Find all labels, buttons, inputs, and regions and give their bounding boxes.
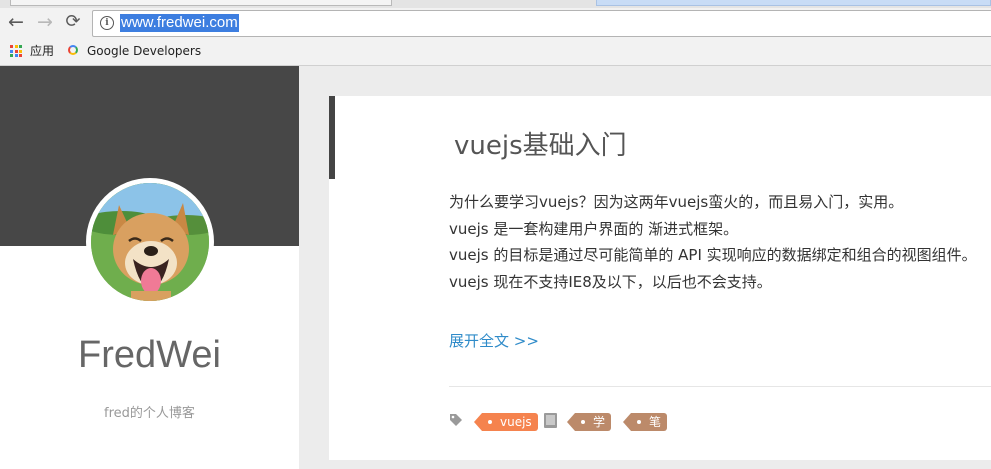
browser-toolbar: ← → ⟳ i www.fredwei.com [0,8,991,38]
category-biji[interactable]: 笔记 [622,413,668,447]
browser-tab-active[interactable] [596,0,991,6]
excerpt-line: 为什么要学习vuejs？因为这两年vuejs蛮火的，而且易入门，实用。 [449,193,904,211]
browser-tab[interactable] [10,0,392,6]
category-xuexi[interactable]: 学习 [566,413,612,447]
bookmarks-bar: 应用 Google Developers [0,38,991,66]
post-accent-bar [329,96,335,179]
address-bar[interactable]: i www.fredwei.com [92,10,991,37]
avatar[interactable] [86,178,214,306]
back-icon[interactable]: ← [5,11,27,33]
post-excerpt: 为什么要学习vuejs？因为这两年vuejs蛮火的，而且易入门，实用。 vuej… [449,189,991,295]
post-title[interactable]: vuejs基础入门 [454,129,627,163]
google-developers-icon [68,45,78,55]
forward-icon[interactable]: → [34,11,56,33]
tag-vuejs[interactable]: vuejs [474,413,538,431]
blog-name[interactable]: FredWei [0,332,299,378]
blog-sidebar: FredWei fred的个人博客 [0,66,299,469]
divider [449,386,991,387]
post-card: vuejs基础入门 为什么要学习vuejs？因为这两年vuejs蛮火的，而且易入… [329,96,991,460]
excerpt-line: vuejs 的目标是通过尽可能简单的 API 实现响应的数据绑定和组合的视图组件… [449,246,977,264]
avatar-dog-image [91,183,209,301]
excerpt-line: vuejs 是一套构建用户界面的 渐进式框架。 [449,219,739,238]
info-icon[interactable]: i [100,16,114,30]
apps-bookmark[interactable]: 应用 [30,44,54,59]
read-more-link[interactable]: 展开全文 >> [449,331,539,351]
reload-icon[interactable]: ⟳ [62,11,84,33]
tab-strip [0,0,991,8]
apps-grid-icon[interactable] [10,45,22,57]
tag-icon [450,414,462,426]
bookmark-google-developers[interactable]: Google Developers [87,44,201,59]
excerpt-line: vuejs 现在不支持IE8及以下，以后也不会支持。 [449,272,772,291]
blog-description: fred的个人博客 [104,406,195,421]
url-text[interactable]: www.fredwei.com [120,14,239,32]
category-book-icon [544,413,557,428]
